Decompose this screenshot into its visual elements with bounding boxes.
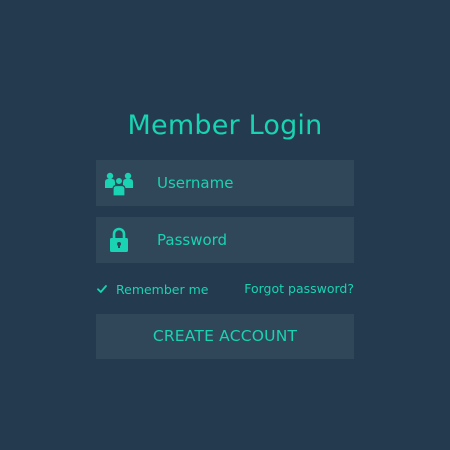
- username-input[interactable]: Username: [157, 160, 233, 206]
- users-group-icon: [104, 169, 134, 197]
- password-field[interactable]: Password: [96, 217, 354, 263]
- remember-me-checkbox[interactable]: Remember me: [96, 280, 208, 298]
- remember-me-label: Remember me: [116, 281, 209, 297]
- page-title: Member Login: [127, 110, 323, 141]
- create-account-button[interactable]: CREATE ACCOUNT: [96, 314, 354, 359]
- checkmark-icon[interactable]: [96, 283, 108, 295]
- username-field[interactable]: Username: [96, 160, 354, 206]
- forgot-password-link[interactable]: Forgot password?: [244, 280, 354, 298]
- password-input[interactable]: Password: [157, 217, 227, 263]
- lock-icon: [104, 226, 134, 254]
